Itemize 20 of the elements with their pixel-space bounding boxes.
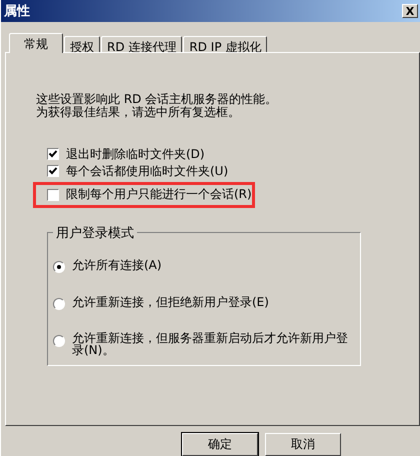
group-title: 用户登录模式 [55, 224, 135, 242]
radio-label[interactable]: 允许重新连接，但服务器重新启动后才允许新用户登录(N)。 [72, 332, 353, 356]
ok-button[interactable]: 确定 [182, 433, 258, 456]
window-title: 属性 [4, 3, 30, 20]
radio-button[interactable] [53, 334, 65, 347]
checkbox-label[interactable]: 退出时删除临时文件夹(D) [66, 146, 205, 163]
tab[interactable]: 常规 [9, 32, 63, 53]
cancel-button[interactable]: 取消 [265, 433, 341, 456]
radio-label[interactable]: 允许所有连接(A) [72, 259, 162, 272]
tab[interactable]: 授权 [64, 36, 100, 52]
radio-label[interactable]: 允许重新连接，但拒绝新用户登录(E) [72, 296, 269, 308]
radio-button[interactable] [53, 298, 65, 310]
close-button[interactable]: X [402, 4, 418, 18]
checkbox[interactable] [47, 165, 59, 178]
radio-button[interactable] [53, 260, 65, 273]
description-text: 这些设置影响此 RD 会话主机服务器的性能。 为获得最佳结果，请选中所有复选框。 [36, 92, 278, 119]
checkbox[interactable] [47, 148, 59, 160]
checkbox-label[interactable]: 限制每个用户只能进行一个会话(R) [66, 186, 252, 204]
checkbox[interactable] [47, 188, 59, 201]
checkbox-label[interactable]: 每个会话都使用临时文件夹(U) [66, 162, 228, 180]
